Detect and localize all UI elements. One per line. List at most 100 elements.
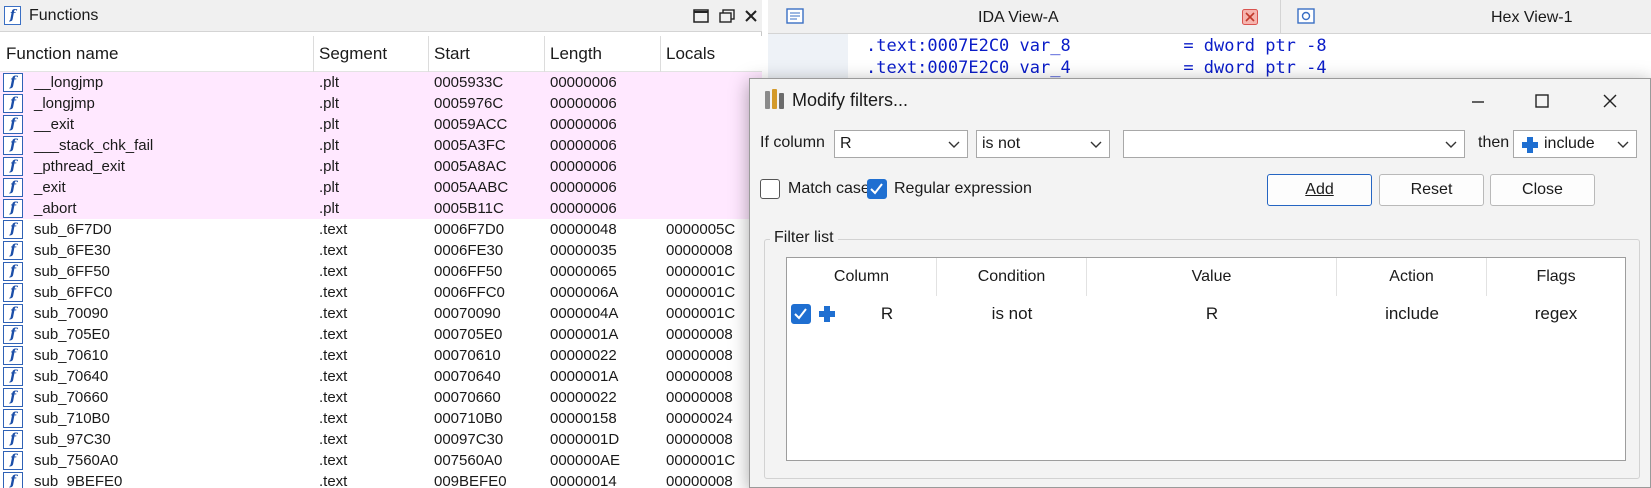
- function-row[interactable]: f sub_9BEFE0 .text 009BEFE0 00000014 00000008: [0, 471, 762, 488]
- action-select[interactable]: include: [1513, 130, 1637, 158]
- function-icon: f: [3, 304, 23, 323]
- function-name-cell: _pthread_exit: [34, 158, 125, 175]
- tab-ida-view[interactable]: IDA View-A: [768, 0, 1280, 34]
- segment-cell: .text: [319, 284, 348, 301]
- close-button-label: Close: [1522, 181, 1563, 198]
- function-icon: f: [3, 283, 23, 302]
- column-header-segment[interactable]: Segment: [319, 44, 387, 64]
- filter-enabled-checkbox[interactable]: [791, 304, 811, 324]
- filter-cell-flags: regex: [1534, 304, 1578, 323]
- locals-cell: 00000008: [666, 368, 733, 385]
- action-select-value: include: [1544, 135, 1595, 152]
- start-cell: 00097C30: [434, 431, 504, 448]
- then-label: then: [1478, 134, 1510, 151]
- filter-header-condition[interactable]: Condition: [937, 258, 1087, 296]
- function-row[interactable]: f sub_6FFC0 .text 0006FFC0 0000006A 0000001C: [0, 282, 762, 303]
- start-cell: 0006FFC0: [434, 284, 505, 301]
- filter-header-flags[interactable]: Flags: [1487, 258, 1625, 296]
- minimize-icon[interactable]: [1454, 83, 1502, 119]
- column-select[interactable]: R: [834, 130, 968, 158]
- function-row[interactable]: f __exit .plt 00059ACC 00000006: [0, 114, 762, 135]
- function-row[interactable]: f __longjmp .plt 0005933C 00000006: [0, 72, 762, 93]
- function-row[interactable]: f sub_6FF50 .text 0006FF50 00000065 0000001C: [0, 261, 762, 282]
- function-name-cell: sub_6FF50: [34, 263, 110, 280]
- function-row[interactable]: f sub_70090 .text 00070090 0000004A 0000001C: [0, 303, 762, 324]
- regular-expression-checkbox[interactable]: [867, 179, 887, 199]
- function-row[interactable]: f _abort .plt 0005B11C 00000006: [0, 198, 762, 219]
- segment-cell: .plt: [319, 95, 340, 112]
- function-name-cell: _longjmp: [34, 95, 95, 112]
- function-row[interactable]: f sub_70640 .text 00070640 0000001A 00000008: [0, 366, 762, 387]
- start-cell: 0005AABC: [434, 179, 509, 196]
- filter-cell-value: R: [1205, 304, 1219, 323]
- column-header-start[interactable]: Start: [434, 44, 470, 64]
- filter-header-value[interactable]: Value: [1087, 258, 1337, 296]
- function-row[interactable]: f sub_705E0 .text 000705E0 0000001A 00000008: [0, 324, 762, 345]
- locals-cell: 00000024: [666, 410, 733, 427]
- locals-cell: 0000001C: [666, 305, 736, 322]
- hex-view-icon: [1297, 8, 1315, 24]
- close-icon[interactable]: [1586, 83, 1634, 119]
- function-name-cell: sub_705E0: [34, 326, 110, 343]
- function-row[interactable]: f sub_7560A0 .text 007560A0 000000AE 0000001C: [0, 450, 762, 471]
- chevron-down-icon: [1617, 141, 1629, 148]
- function-row[interactable]: f _exit .plt 0005AABC 00000006: [0, 177, 762, 198]
- length-cell: 00000006: [550, 95, 617, 112]
- close-tab-icon[interactable]: [1242, 9, 1258, 25]
- column-header-length[interactable]: Length: [550, 44, 602, 64]
- start-cell: 00070640: [434, 368, 501, 385]
- close-icon[interactable]: [740, 5, 762, 27]
- filter-value-input[interactable]: [1123, 130, 1465, 158]
- if-column-label: If column: [760, 134, 825, 151]
- column-select-value: R: [840, 135, 852, 152]
- length-cell: 00000006: [550, 74, 617, 91]
- column-header-locals[interactable]: Locals: [666, 44, 715, 64]
- segment-cell: .text: [319, 326, 348, 343]
- function-row[interactable]: f _longjmp .plt 0005976C 00000006: [0, 93, 762, 114]
- function-row[interactable]: f sub_710B0 .text 000710B0 00000158 00000024: [0, 408, 762, 429]
- segment-cell: .plt: [319, 200, 340, 217]
- function-row[interactable]: f ___stack_chk_fail .plt 0005A3FC 00000006: [0, 135, 762, 156]
- functions-title: Functions: [29, 7, 99, 24]
- length-cell: 00000006: [550, 179, 617, 196]
- float-window-icon[interactable]: [716, 5, 738, 27]
- tab-hex-view[interactable]: Hex View-1: [1280, 0, 1651, 34]
- length-cell: 00000006: [550, 137, 617, 154]
- length-cell: 00000158: [550, 410, 617, 427]
- reset-button[interactable]: Reset: [1379, 174, 1484, 206]
- add-button[interactable]: Add: [1267, 174, 1372, 206]
- function-row[interactable]: f sub_6F7D0 .text 0006F7D0 00000048 0000005C: [0, 219, 762, 240]
- functions-table-header: Function name Segment Start Length Local…: [0, 36, 762, 72]
- function-icon: f: [3, 346, 23, 365]
- regular-expression-label: Regular expression: [894, 180, 1032, 197]
- match-case-checkbox[interactable]: [760, 179, 780, 199]
- condition-select[interactable]: is not: [976, 130, 1110, 158]
- function-name-cell: ___stack_chk_fail: [34, 137, 154, 154]
- checkmark-icon: [794, 308, 807, 320]
- function-icon: f: [3, 136, 23, 155]
- length-cell: 00000065: [550, 263, 617, 280]
- length-cell: 00000006: [550, 158, 617, 175]
- locals-cell: 0000005C: [666, 221, 736, 238]
- start-cell: 00070090: [434, 305, 501, 322]
- length-cell: 0000004A: [550, 305, 619, 322]
- function-row[interactable]: f sub_6FE30 .text 0006FE30 00000035 00000008: [0, 240, 762, 261]
- filter-header-action[interactable]: Action: [1337, 258, 1487, 296]
- segment-cell: .plt: [319, 179, 340, 196]
- close-button[interactable]: Close: [1490, 174, 1595, 206]
- segment-cell: .text: [319, 452, 348, 469]
- function-icon: f: [3, 367, 23, 386]
- maximize-icon[interactable]: [690, 5, 712, 27]
- function-icon: f: [3, 409, 23, 428]
- start-cell: 000710B0: [434, 410, 503, 427]
- function-row[interactable]: f sub_97C30 .text 00097C30 0000001D 00000008: [0, 429, 762, 450]
- column-header-function-name[interactable]: Function name: [6, 44, 118, 64]
- filter-list-table[interactable]: Column Condition Value Action Flags R is…: [786, 257, 1626, 461]
- maximize-icon[interactable]: [1518, 83, 1566, 119]
- function-icon: f: [3, 430, 23, 449]
- function-row[interactable]: f sub_70610 .text 00070610 00000022 00000008: [0, 345, 762, 366]
- function-row[interactable]: f _pthread_exit .plt 0005A8AC 00000006: [0, 156, 762, 177]
- filter-header-column[interactable]: Column: [787, 258, 937, 296]
- locals-cell: 0000001C: [666, 452, 736, 469]
- function-row[interactable]: f sub_70660 .text 00070660 00000022 00000008: [0, 387, 762, 408]
